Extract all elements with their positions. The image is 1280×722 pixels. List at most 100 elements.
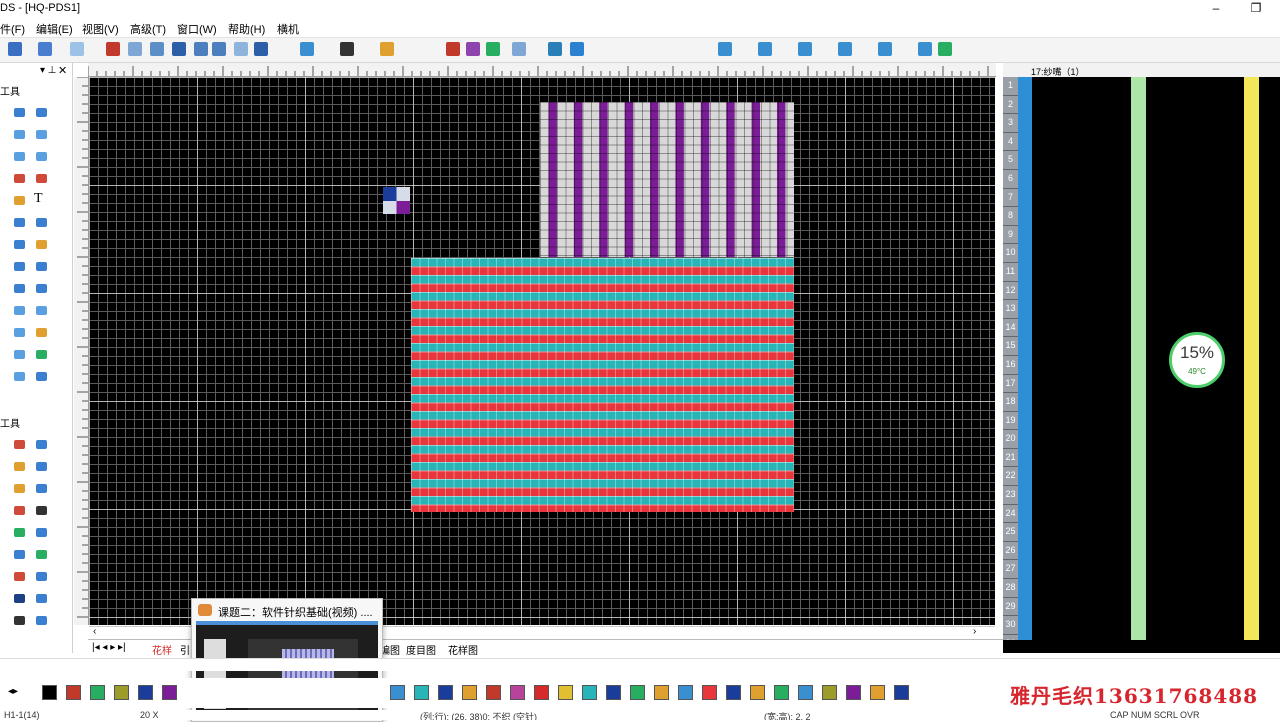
- knit-tool-5-icon[interactable]: [878, 42, 892, 56]
- stitch-4-icon[interactable]: [36, 462, 47, 471]
- menu-advanced[interactable]: 高级(T): [130, 21, 166, 37]
- line-icon[interactable]: [36, 108, 47, 117]
- menu-edit[interactable]: 编辑(E): [36, 21, 73, 37]
- wand-icon[interactable]: [512, 42, 526, 56]
- move-icon[interactable]: [14, 240, 25, 249]
- save-icon[interactable]: [8, 42, 22, 56]
- stitch-swatch[interactable]: [870, 685, 885, 700]
- menu-file[interactable]: 件(F): [0, 21, 25, 37]
- stitch-swatch[interactable]: [798, 685, 813, 700]
- paste-icon[interactable]: [150, 42, 164, 56]
- stitch-swatch[interactable]: [438, 685, 453, 700]
- stitch-3-icon[interactable]: [14, 462, 25, 471]
- stitch-swatch[interactable]: [702, 685, 717, 700]
- stitch-swatch[interactable]: [462, 685, 477, 700]
- text-tool-icon[interactable]: T: [34, 191, 43, 207]
- menu-flatbed[interactable]: 横机: [277, 21, 299, 37]
- lasso-icon[interactable]: [14, 372, 25, 381]
- redo-icon[interactable]: [70, 42, 84, 56]
- tab-density-chart[interactable]: 度目图: [406, 642, 436, 657]
- stitch-6-icon[interactable]: [14, 506, 25, 515]
- h-icon[interactable]: [340, 42, 354, 56]
- knit-tool-1-icon[interactable]: [718, 42, 732, 56]
- filled-rect-icon[interactable]: [36, 130, 47, 139]
- array-icon[interactable]: [14, 306, 25, 315]
- copy-area-icon[interactable]: [36, 262, 47, 271]
- menu-view[interactable]: 视图(V): [82, 21, 119, 37]
- restore-button[interactable]: ❐: [1242, 0, 1270, 18]
- stitch-swatch[interactable]: [90, 685, 105, 700]
- stitch-swatch[interactable]: [66, 685, 81, 700]
- cut-icon[interactable]: [106, 42, 120, 56]
- stitch-swatch[interactable]: [42, 685, 57, 700]
- stitch-8-icon[interactable]: [14, 550, 25, 559]
- stitch-swatch[interactable]: [630, 685, 645, 700]
- stitch-swatch[interactable]: [774, 685, 789, 700]
- stitch-14-icon[interactable]: [14, 616, 25, 625]
- stitch-swatch[interactable]: [654, 685, 669, 700]
- stitch-7-icon[interactable]: [14, 528, 25, 537]
- stitch-swatch[interactable]: [414, 685, 429, 700]
- stitch-swatch[interactable]: [582, 685, 597, 700]
- globe-icon[interactable]: [570, 42, 584, 56]
- settings-icon[interactable]: [36, 616, 47, 625]
- stitch-swatch[interactable]: [558, 685, 573, 700]
- knit-tool-4-icon[interactable]: [838, 42, 852, 56]
- pattern-canvas[interactable]: [89, 77, 995, 625]
- ruler-icon[interactable]: [212, 42, 226, 56]
- tab-nav-icon[interactable]: |◂ ◂ ▸ ▸|: [92, 642, 126, 653]
- tab-pattern-chart[interactable]: 花样图: [448, 642, 478, 657]
- filled-ellipse-icon[interactable]: [36, 152, 47, 161]
- knit-tool-2-icon[interactable]: [758, 42, 772, 56]
- stamp-icon[interactable]: [36, 240, 47, 249]
- stitch-9-icon[interactable]: [36, 550, 47, 559]
- mirror-icon[interactable]: [14, 284, 25, 293]
- dropper-icon[interactable]: [36, 218, 47, 227]
- tab-edit-chart[interactable]: 编图: [380, 642, 400, 657]
- stitch-10-icon[interactable]: [14, 572, 25, 581]
- grid-icon[interactable]: [172, 42, 186, 56]
- pencil-icon[interactable]: [14, 108, 25, 117]
- needle-icon[interactable]: [36, 528, 47, 537]
- palette-scroll-icon[interactable]: ◂▸: [8, 686, 18, 697]
- minimize-button[interactable]: –: [1202, 0, 1230, 18]
- curve-icon[interactable]: [254, 42, 268, 56]
- link-icon[interactable]: [36, 372, 47, 381]
- fan-icon[interactable]: [300, 42, 314, 56]
- stitch-swatch[interactable]: [606, 685, 621, 700]
- stitch-sample-block-lower[interactable]: [383, 201, 410, 214]
- select-icon[interactable]: [14, 262, 25, 271]
- stitch-swatch[interactable]: [846, 685, 861, 700]
- stitch-swatch[interactable]: [162, 685, 177, 700]
- knit-tool-6-icon[interactable]: [918, 42, 932, 56]
- panel-pin-icon[interactable]: ▾ ⊥: [40, 65, 57, 76]
- measure-icon[interactable]: [36, 328, 47, 337]
- brush-icon[interactable]: [14, 196, 25, 205]
- stitch-1-icon[interactable]: [14, 440, 25, 449]
- eraser-icon[interactable]: [14, 174, 25, 183]
- stitch-swatch[interactable]: [750, 685, 765, 700]
- cpu-usage-gauge[interactable]: 15% 49°C: [1169, 332, 1225, 388]
- pick-color-icon[interactable]: [14, 218, 25, 227]
- stitch-swatch[interactable]: [510, 685, 525, 700]
- stitch-swatch[interactable]: [534, 685, 549, 700]
- stitch-11-icon[interactable]: [36, 572, 47, 581]
- panel-close-icon[interactable]: ✕: [58, 64, 67, 77]
- shift-icon[interactable]: [14, 328, 25, 337]
- fill-icon[interactable]: [36, 174, 47, 183]
- stitch-swatch[interactable]: [114, 685, 129, 700]
- scroll-left-icon[interactable]: ‹: [93, 626, 96, 637]
- menu-help[interactable]: 帮助(H): [228, 21, 265, 37]
- stitch-13-icon[interactable]: [36, 594, 47, 603]
- wave-icon[interactable]: [14, 350, 25, 359]
- rotate-icon[interactable]: [36, 306, 47, 315]
- stitch-swatch[interactable]: [894, 685, 909, 700]
- rect-icon[interactable]: [14, 130, 25, 139]
- zoom-icon[interactable]: [234, 42, 248, 56]
- stitch-swatch[interactable]: [138, 685, 153, 700]
- warning-icon[interactable]: [36, 506, 47, 515]
- lock-icon[interactable]: [380, 42, 394, 56]
- undo-icon[interactable]: [38, 42, 52, 56]
- stitch-12-icon[interactable]: [14, 594, 25, 603]
- flip-icon[interactable]: [36, 284, 47, 293]
